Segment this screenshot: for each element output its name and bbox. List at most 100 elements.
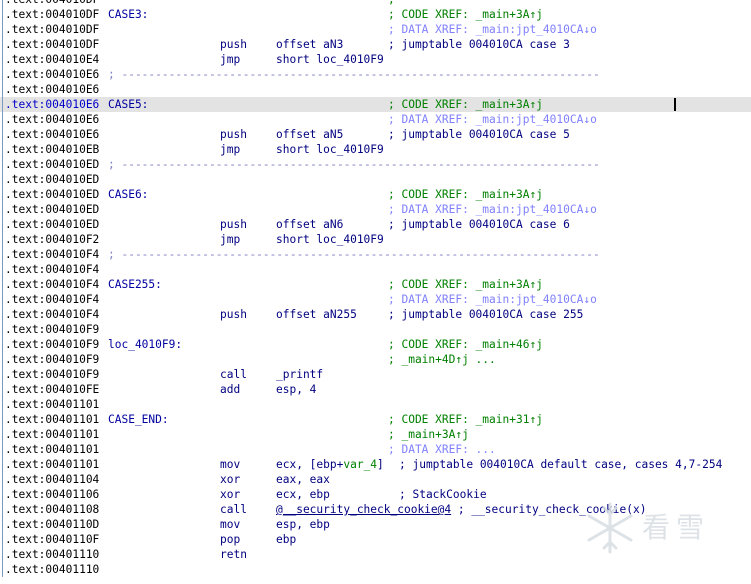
listing-line[interactable]: .text:00401110 xyxy=(0,562,751,577)
listing-line[interactable]: .text:00401101 mov ecx, [ebp+var_4] ; jumpt… xyxy=(0,457,751,472)
line-address[interactable]: .text:004010F9 xyxy=(5,337,99,352)
listing-line[interactable]: .text:004010ED push offset aN6 ; jumptable … xyxy=(0,217,751,232)
listing-line[interactable]: .text:004010F4 push offset aN255 ; jumptabl… xyxy=(0,307,751,322)
listing-line[interactable]: .text:004010F9 xyxy=(0,322,751,337)
instruction-mnemonic[interactable]: pop xyxy=(220,532,240,547)
listing-line[interactable]: .text:004010F4 ; ------------------------… xyxy=(0,247,751,262)
listing-line[interactable]: .text:004010DF; xyxy=(0,0,751,7)
code-label[interactable]: CASE6: xyxy=(108,187,148,202)
line-address[interactable]: .text:00401106 xyxy=(5,487,99,502)
instruction-mnemonic[interactable]: xor xyxy=(220,472,240,487)
instruction-operand[interactable]: esp, 4 xyxy=(276,382,316,397)
code-xref-comment[interactable]: ; CODE XREF: _main+3A↑j xyxy=(388,97,543,112)
listing-line[interactable]: .text:004010ED xyxy=(0,172,751,187)
line-comment[interactable]: ; jumptable 004010CA case 3 xyxy=(388,37,570,52)
instruction-operand[interactable]: esp, ebp xyxy=(276,517,330,532)
listing-line[interactable]: .text:00401101 ; _main+3A↑j xyxy=(0,427,751,442)
line-address[interactable]: .text:004010DF xyxy=(5,22,99,37)
code-xref-comment[interactable]: ; CODE XREF: _main+46↑j xyxy=(388,337,543,352)
listing-line[interactable]: .text:004010F4 ; DATA XREF: _main:jpt_401… xyxy=(0,292,751,307)
instruction-mnemonic[interactable]: push xyxy=(220,37,247,52)
listing-line[interactable]: .text:004010F4 CASE255: ; CODE XREF: _main… xyxy=(0,277,751,292)
line-address[interactable]: .text:00401108 xyxy=(5,502,99,517)
function-reference[interactable]: @__security_check_cookie@4 xyxy=(276,503,451,516)
listing-line[interactable]: .text:004010DF ; DATA XREF: _main:jpt_401… xyxy=(0,22,751,37)
line-address[interactable]: .text:004010ED xyxy=(5,217,99,232)
instruction-mnemonic[interactable]: push xyxy=(220,307,247,322)
listing-line[interactable]: .text:00401104 xor eax, eax xyxy=(0,472,751,487)
instruction-operand[interactable]: ecx, ebp xyxy=(276,487,330,502)
instruction-mnemonic[interactable]: add xyxy=(220,382,240,397)
code-xref-comment[interactable]: ; CODE XREF: _main+3A↑j xyxy=(388,187,543,202)
instruction-operand[interactable]: offset aN5 xyxy=(276,127,343,142)
stack-variable[interactable]: var_4 xyxy=(343,458,377,471)
line-address[interactable]: .text:004010E6 xyxy=(5,67,99,82)
listing-line[interactable]: .text:004010DF CASE3: ; CODE XREF: _main+3… xyxy=(0,7,751,22)
listing-line[interactable]: .text:004010E6 push offset aN5 ; jumptable … xyxy=(0,127,751,142)
line-address[interactable]: .text:004010F2 xyxy=(5,232,99,247)
instruction-mnemonic[interactable]: jmp xyxy=(220,142,240,157)
listing-line[interactable]: .text:004010E6 xyxy=(0,82,751,97)
listing-line[interactable]: .text:004010DF push offset aN3 ; jumptable … xyxy=(0,37,751,52)
listing-line[interactable]: .text:004010ED ; ------------------------… xyxy=(0,157,751,172)
instruction-operand[interactable]: short loc_4010F9 xyxy=(276,142,384,157)
data-xref-comment[interactable]: ; DATA XREF: _main:jpt_4010CA↓o xyxy=(388,112,597,127)
instruction-operand[interactable]: short loc_4010F9 xyxy=(276,232,384,247)
code-xref-comment[interactable]: ; _main+4D↑j ... xyxy=(388,352,496,367)
code-label[interactable]: loc_4010F9: xyxy=(108,337,182,352)
line-comment[interactable]: ; jumptable 004010CA default case, cases… xyxy=(399,457,722,472)
line-comment[interactable]: ; StackCookie xyxy=(399,487,487,502)
line-address[interactable]: .text:004010F4 xyxy=(5,277,99,292)
listing-line[interactable]: .text:00401101 CASE_END: ; CODE XREF: _mai… xyxy=(0,412,751,427)
line-address[interactable]: .text:004010E6 xyxy=(5,97,99,112)
code-label[interactable]: CASE_END: xyxy=(108,412,169,427)
code-label[interactable]: CASE3: xyxy=(108,7,148,22)
listing-line[interactable]: .text:004010E6 CASE5: ; CODE XREF: _main+3… xyxy=(0,97,751,112)
listing-line[interactable]: .text:004010FE add esp, 4 xyxy=(0,382,751,397)
line-address[interactable]: .text:00401101 xyxy=(5,427,99,442)
instruction-operand[interactable]: _printf xyxy=(276,367,323,382)
line-address[interactable]: .text:004010E4 xyxy=(5,52,99,67)
code-xref-comment[interactable]: ; CODE XREF: _main+3A↑j xyxy=(388,277,543,292)
instruction-operand[interactable]: offset aN6 xyxy=(276,217,343,232)
line-address[interactable]: .text:004010E6 xyxy=(5,127,99,142)
line-address[interactable]: .text:004010ED xyxy=(5,202,99,217)
instruction-mnemonic[interactable]: call xyxy=(220,367,247,382)
listing-line[interactable]: .text:004010ED ; DATA XREF: _main:jpt_401… xyxy=(0,202,751,217)
line-address[interactable]: .text:004010F9 xyxy=(5,322,99,337)
line-address[interactable]: .text:004010ED xyxy=(5,157,99,172)
instruction-operand[interactable]: offset aN255 xyxy=(276,307,357,322)
line-comment[interactable]: ; jumptable 004010CA case 6 xyxy=(388,217,570,232)
instruction-operand[interactable]: offset aN3 xyxy=(276,37,343,52)
instruction-operand[interactable]: ecx, [ebp+var_4] xyxy=(276,457,384,472)
line-address[interactable]: .text:004010F4 xyxy=(5,292,99,307)
data-xref-comment[interactable]: ; DATA XREF: _main:jpt_4010CA↓o xyxy=(388,292,597,307)
data-xref-comment[interactable]: ; DATA XREF: _main:jpt_4010CA↓o xyxy=(388,22,597,37)
instruction-operand[interactable]: short loc_4010F9 xyxy=(276,52,384,67)
line-address[interactable]: .text:004010DF xyxy=(5,0,99,7)
line-address[interactable]: .text:00401101 xyxy=(5,412,99,427)
listing-line[interactable]: .text:00401101 xyxy=(0,397,751,412)
listing-line[interactable]: .text:004010E6 ; DATA XREF: _main:jpt_401… xyxy=(0,112,751,127)
listing-line[interactable]: .text:00401101 ; DATA XREF: ... xyxy=(0,442,751,457)
instruction-operand[interactable]: eax, eax xyxy=(276,472,330,487)
line-address[interactable]: .text:00401104 xyxy=(5,472,99,487)
instruction-mnemonic[interactable]: push xyxy=(220,217,247,232)
listing-line[interactable]: .text:004010F2 jmp short loc_4010F9 xyxy=(0,232,751,247)
instruction-operand[interactable]: ebp xyxy=(276,532,296,547)
line-address[interactable]: .text:004010DF xyxy=(5,7,99,22)
instruction-mnemonic[interactable]: jmp xyxy=(220,52,240,67)
listing-line[interactable]: .text:004010ED CASE6: ; CODE XREF: _main+3… xyxy=(0,187,751,202)
instruction-mnemonic[interactable]: xor xyxy=(220,487,240,502)
code-xref-comment[interactable]: ; CODE XREF: _main+31↑j xyxy=(388,412,543,427)
code-xref-comment[interactable]: ; CODE XREF: _main+3A↑j xyxy=(388,7,543,22)
listing-line[interactable]: .text:004010F9 loc_4010F9: ; CODE XREF: _m… xyxy=(0,337,751,352)
instruction-mnemonic[interactable]: jmp xyxy=(220,232,240,247)
data-xref-comment[interactable]: ; DATA XREF: ... xyxy=(388,442,496,457)
code-xref-comment[interactable]: ; _main+3A↑j xyxy=(388,427,469,442)
listing-line[interactable]: .text:004010F9 ; _main+4D↑j ... xyxy=(0,352,751,367)
listing-line[interactable]: .text:004010E6 ; ------------------------… xyxy=(0,67,751,82)
line-address[interactable]: .text:004010DF xyxy=(5,37,99,52)
instruction-mnemonic[interactable]: mov xyxy=(220,457,240,472)
listing-line[interactable]: .text:004010F9 call _printf xyxy=(0,367,751,382)
